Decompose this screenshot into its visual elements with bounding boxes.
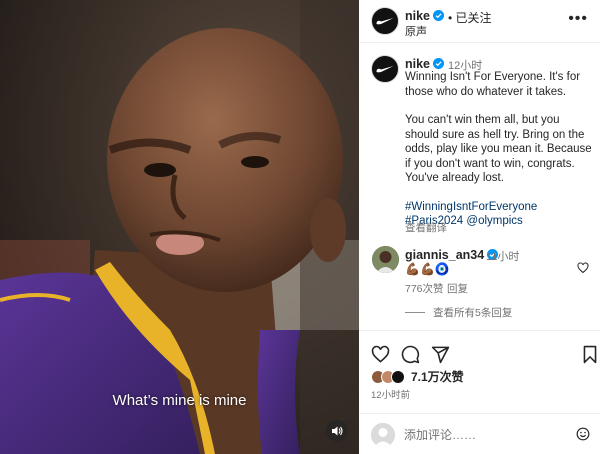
nike-logo-icon (376, 18, 394, 25)
emoji-button[interactable] (576, 427, 590, 444)
comment-time: 11小时 (486, 251, 520, 263)
more-icon[interactable]: ••• (568, 10, 588, 28)
comment-reply-button[interactable]: 回复 (447, 281, 468, 296)
post-media[interactable]: What’s mine is mine (0, 0, 359, 454)
like-button[interactable] (371, 345, 390, 367)
caption-paragraph: You can't win them all, but you should s… (405, 114, 592, 184)
heart-icon (371, 345, 390, 363)
see-translation-link[interactable]: 查看翻译 (405, 220, 447, 235)
share-icon (431, 346, 450, 364)
view-replies-label: 查看所有5条回复 (433, 307, 513, 319)
add-comment-bar (359, 413, 600, 454)
comment-like-count[interactable]: 776次赞 (405, 281, 444, 296)
comment-input[interactable] (404, 424, 554, 446)
caption-avatar[interactable] (371, 55, 399, 83)
like-count[interactable]: 7.1万次赞 (411, 368, 464, 385)
avatar (391, 369, 405, 384)
share-button[interactable] (431, 345, 450, 367)
save-button[interactable] (582, 345, 598, 367)
post-panel: nike • 已关注 原声 ••• nike 12小时 Winning Isn'… (359, 0, 600, 454)
likes-summary[interactable]: 7.1万次赞 (371, 368, 464, 385)
caption-paragraph: Winning Isn't For Everyone. It's for tho… (405, 71, 581, 98)
comment-avatar[interactable] (372, 246, 399, 273)
avatar[interactable] (371, 7, 399, 35)
heart-icon (577, 262, 589, 274)
avatar (371, 423, 395, 447)
author-username[interactable]: nike (405, 9, 445, 23)
divider (405, 312, 425, 313)
comment-like-button[interactable] (577, 262, 589, 277)
comment-button[interactable] (401, 345, 420, 367)
volume-button[interactable] (326, 420, 348, 442)
verified-badge-icon (433, 58, 445, 69)
video-subtitle: What’s mine is mine (112, 392, 247, 409)
hashtag-link[interactable]: #WinningIsntForEveryone (405, 201, 537, 213)
nike-logo-icon (376, 66, 394, 73)
view-replies-button[interactable]: 查看所有5条回复 (405, 305, 512, 320)
post-timestamp[interactable]: 12小时前 (371, 387, 410, 401)
post-header: nike • 已关注 原声 ••• (359, 0, 600, 43)
post-actions: 7.1万次赞 12小时前 (359, 330, 600, 454)
avatar-photo (372, 246, 399, 273)
emoji-icon (576, 427, 590, 441)
caption-username[interactable]: nike (405, 57, 445, 71)
audio-label[interactable]: 原声 (405, 23, 427, 39)
comment-username[interactable]: giannis_an34 (405, 248, 499, 262)
video-frame (0, 0, 359, 454)
comment-icon (401, 345, 420, 364)
user-icon (371, 423, 395, 447)
verified-badge-icon (433, 10, 445, 21)
caption-text: Winning Isn't For Everyone. It's for tho… (405, 70, 593, 229)
comment-text: 💪🏾💪🏾🧿 (405, 262, 450, 276)
volume-icon (332, 426, 343, 436)
bookmark-icon (583, 345, 597, 364)
mention-link[interactable]: @olympics (466, 215, 522, 227)
follow-status[interactable]: • 已关注 (448, 9, 492, 26)
